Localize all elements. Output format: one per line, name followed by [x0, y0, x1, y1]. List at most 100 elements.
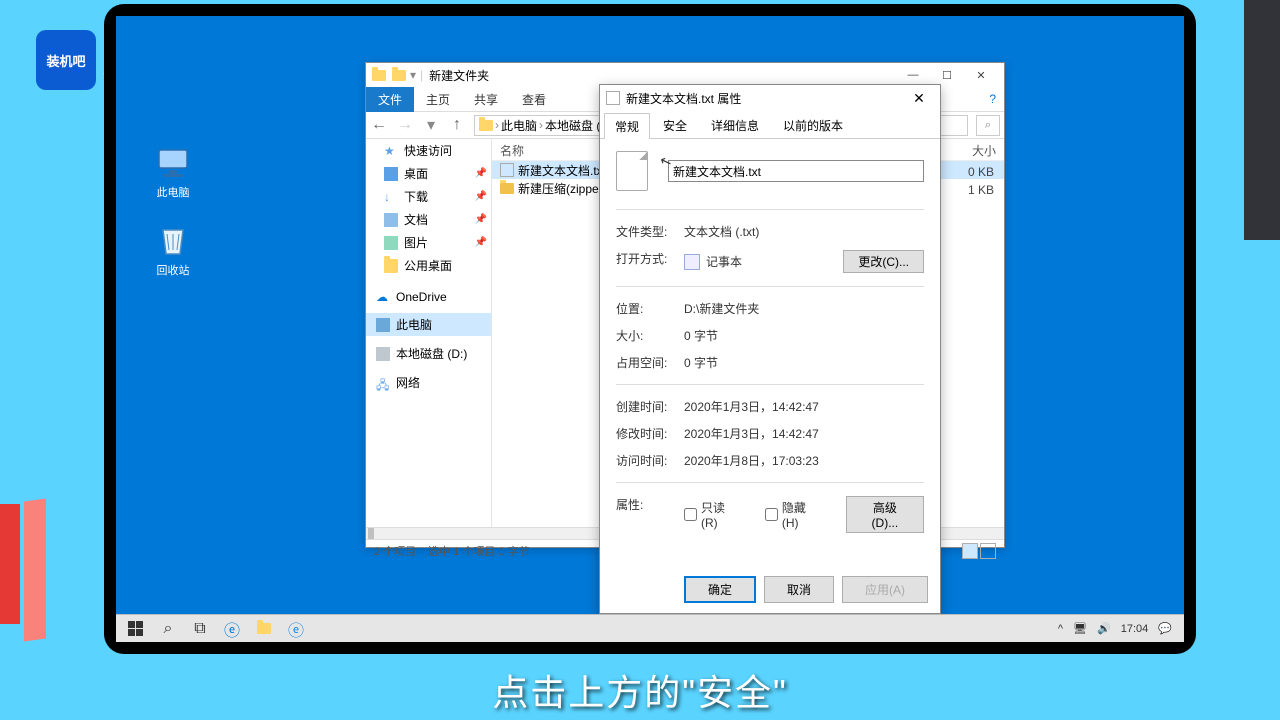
pc-icon [153, 146, 193, 180]
sidebar-downloads[interactable]: ↓下载📌 [366, 185, 491, 208]
sidebar-this-pc[interactable]: 此电脑 [366, 313, 491, 336]
col-size[interactable]: 大小 [934, 139, 1004, 160]
folder-icon [372, 70, 386, 81]
ribbon-tab-file[interactable]: 文件 [366, 87, 414, 112]
props-tabs: 常规 安全 详细信息 以前的版本 [600, 111, 940, 139]
tab-previous-versions[interactable]: 以前的版本 [772, 112, 854, 138]
file-name: 新建文本文档.txt [518, 162, 606, 179]
cancel-button[interactable]: 取消 [764, 576, 834, 603]
readonly-checkbox[interactable]: 只读(R) [684, 499, 739, 530]
search-button[interactable]: ⌕ [156, 617, 180, 641]
nav-up[interactable]: ↑ [448, 116, 466, 134]
documents-icon [384, 213, 398, 227]
size-value: 0 字节 [684, 327, 924, 344]
change-button[interactable]: 更改(C)... [843, 250, 924, 273]
sidebar-public-desktop[interactable]: 公用桌面 [366, 254, 491, 277]
nav-back[interactable]: ← [370, 116, 388, 134]
desktop-icon-recycle[interactable]: 回收站 [138, 224, 208, 278]
location-value: D:\新建文件夹 [684, 300, 924, 317]
folder-icon [392, 70, 406, 81]
sidebar-local-d[interactable]: 本地磁盘 (D:) [366, 342, 491, 365]
explorer-sidebar: ★快速访问 桌面📌 ↓下载📌 文档📌 图片📌 公用桌面 ☁OneDrive 此电… [366, 139, 492, 527]
tab-details[interactable]: 详细信息 [700, 112, 770, 138]
props-content: ↖ 文件类型:文本文档 (.txt) 打开方式:记事本更改(C)... 位置:D… [600, 139, 940, 566]
document-icon [616, 151, 648, 191]
decor-red [0, 504, 20, 624]
edge-button[interactable]: ⓔ [220, 617, 244, 641]
status-count: 2 个项目 [374, 543, 416, 559]
folder-icon [479, 120, 493, 131]
desktop-icon [384, 167, 398, 181]
sizeondisk-value: 0 字节 [684, 354, 924, 371]
clock[interactable]: 17:04 [1121, 623, 1149, 635]
nav-forward[interactable]: → [396, 116, 414, 134]
decor-salmon [24, 498, 46, 641]
explorer-button[interactable] [252, 617, 276, 641]
ok-button[interactable]: 确定 [684, 576, 756, 603]
view-details-button[interactable] [962, 543, 978, 559]
ribbon-tab-view[interactable]: 查看 [510, 87, 558, 112]
search-box[interactable]: ⌕ [976, 115, 1000, 136]
notifications-icon[interactable]: 💬 [1158, 622, 1172, 635]
zip-icon [500, 183, 514, 194]
sidebar-documents[interactable]: 文档📌 [366, 208, 491, 231]
breadcrumb-pc[interactable]: 此电脑 [501, 117, 537, 134]
drive-icon [376, 347, 390, 361]
start-button[interactable] [124, 617, 148, 641]
advanced-button[interactable]: 高级(D)... [846, 496, 924, 533]
sidebar-onedrive[interactable]: ☁OneDrive [366, 287, 491, 307]
sidebar-quick-access[interactable]: ★快速访问 [366, 139, 491, 162]
maximize-button[interactable]: ☐ [930, 64, 964, 86]
props-title: 新建文本文档.txt 属性 [626, 90, 741, 107]
file-name: 新建压缩(zipped [518, 180, 605, 197]
view-icons-button[interactable] [980, 543, 996, 559]
file-sizes: 0 KB 1 KB [968, 165, 1002, 201]
nav-recent[interactable]: ▾ [422, 115, 440, 135]
props-titlebar[interactable]: 新建文本文档.txt 属性 ✕ [600, 85, 940, 111]
sidebar-pictures[interactable]: 图片📌 [366, 231, 491, 254]
system-tray: ^ 🖥 🔊 17:04 💬 [1058, 622, 1180, 635]
decor-dark-sidebar [1244, 0, 1280, 240]
ribbon-tab-share[interactable]: 共享 [462, 87, 510, 112]
hidden-checkbox[interactable]: 隐藏(H) [765, 499, 820, 530]
pin-icon: 📌 [475, 191, 487, 202]
close-button[interactable]: ✕ [964, 64, 998, 86]
apply-button[interactable]: 应用(A) [842, 576, 928, 603]
created-value: 2020年1月3日，14:42:47 [684, 398, 924, 415]
ribbon-tab-home[interactable]: 主页 [414, 87, 462, 112]
sidebar-network[interactable]: 🖧网络 [366, 371, 491, 394]
filename-input[interactable] [668, 160, 924, 182]
star-icon: ★ [384, 144, 398, 158]
sidebar-desktop[interactable]: 桌面📌 [366, 162, 491, 185]
accessed-value: 2020年1月8日，17:03:23 [684, 452, 924, 469]
network-icon[interactable]: 🖥 [1073, 622, 1087, 635]
laptop-frame: 此电脑 回收站 ▾ | 新建文件夹 — ☐ ✕ 文件 [104, 4, 1196, 654]
help-icon[interactable]: ? [989, 92, 996, 106]
tray-chevron-icon[interactable]: ^ [1058, 623, 1063, 635]
subtitle-caption: 点击上方的"安全" [0, 664, 1280, 716]
filetype-value: 文本文档 (.txt) [684, 223, 924, 240]
onedrive-icon: ☁ [376, 290, 390, 304]
taskview-button[interactable]: ⧉ [188, 617, 212, 641]
desktop-icon-label: 回收站 [138, 262, 208, 278]
explorer-title: 新建文件夹 [429, 67, 489, 84]
taskbar: ⌕ ⧉ ⓔ ⓔ ^ 🖥 🔊 17:04 💬 [116, 614, 1184, 642]
modified-value: 2020年1月3日，14:42:47 [684, 425, 924, 442]
pin-icon: 📌 [475, 214, 487, 225]
status-selection: 选中 1 个项目 0 字节 [428, 543, 529, 559]
tab-general[interactable]: 常规 [604, 113, 650, 139]
desktop-icon-pc[interactable]: 此电脑 [138, 146, 208, 200]
desktop-screen: 此电脑 回收站 ▾ | 新建文件夹 — ☐ ✕ 文件 [116, 16, 1184, 642]
tab-security[interactable]: 安全 [652, 112, 698, 138]
ie-button[interactable]: ⓔ [284, 617, 308, 641]
minimize-button[interactable]: — [896, 64, 930, 86]
folder-icon [384, 259, 398, 273]
pictures-icon [384, 236, 398, 250]
volume-icon[interactable]: 🔊 [1097, 622, 1111, 635]
desktop-icon-label: 此电脑 [138, 184, 208, 200]
pin-icon: 📌 [475, 168, 487, 179]
close-button[interactable]: ✕ [904, 90, 934, 107]
props-footer: 确定 取消 应用(A) [600, 566, 940, 613]
txt-icon [500, 163, 514, 177]
properties-dialog: 新建文本文档.txt 属性 ✕ 常规 安全 详细信息 以前的版本 ↖ 文件类型:… [599, 84, 941, 614]
